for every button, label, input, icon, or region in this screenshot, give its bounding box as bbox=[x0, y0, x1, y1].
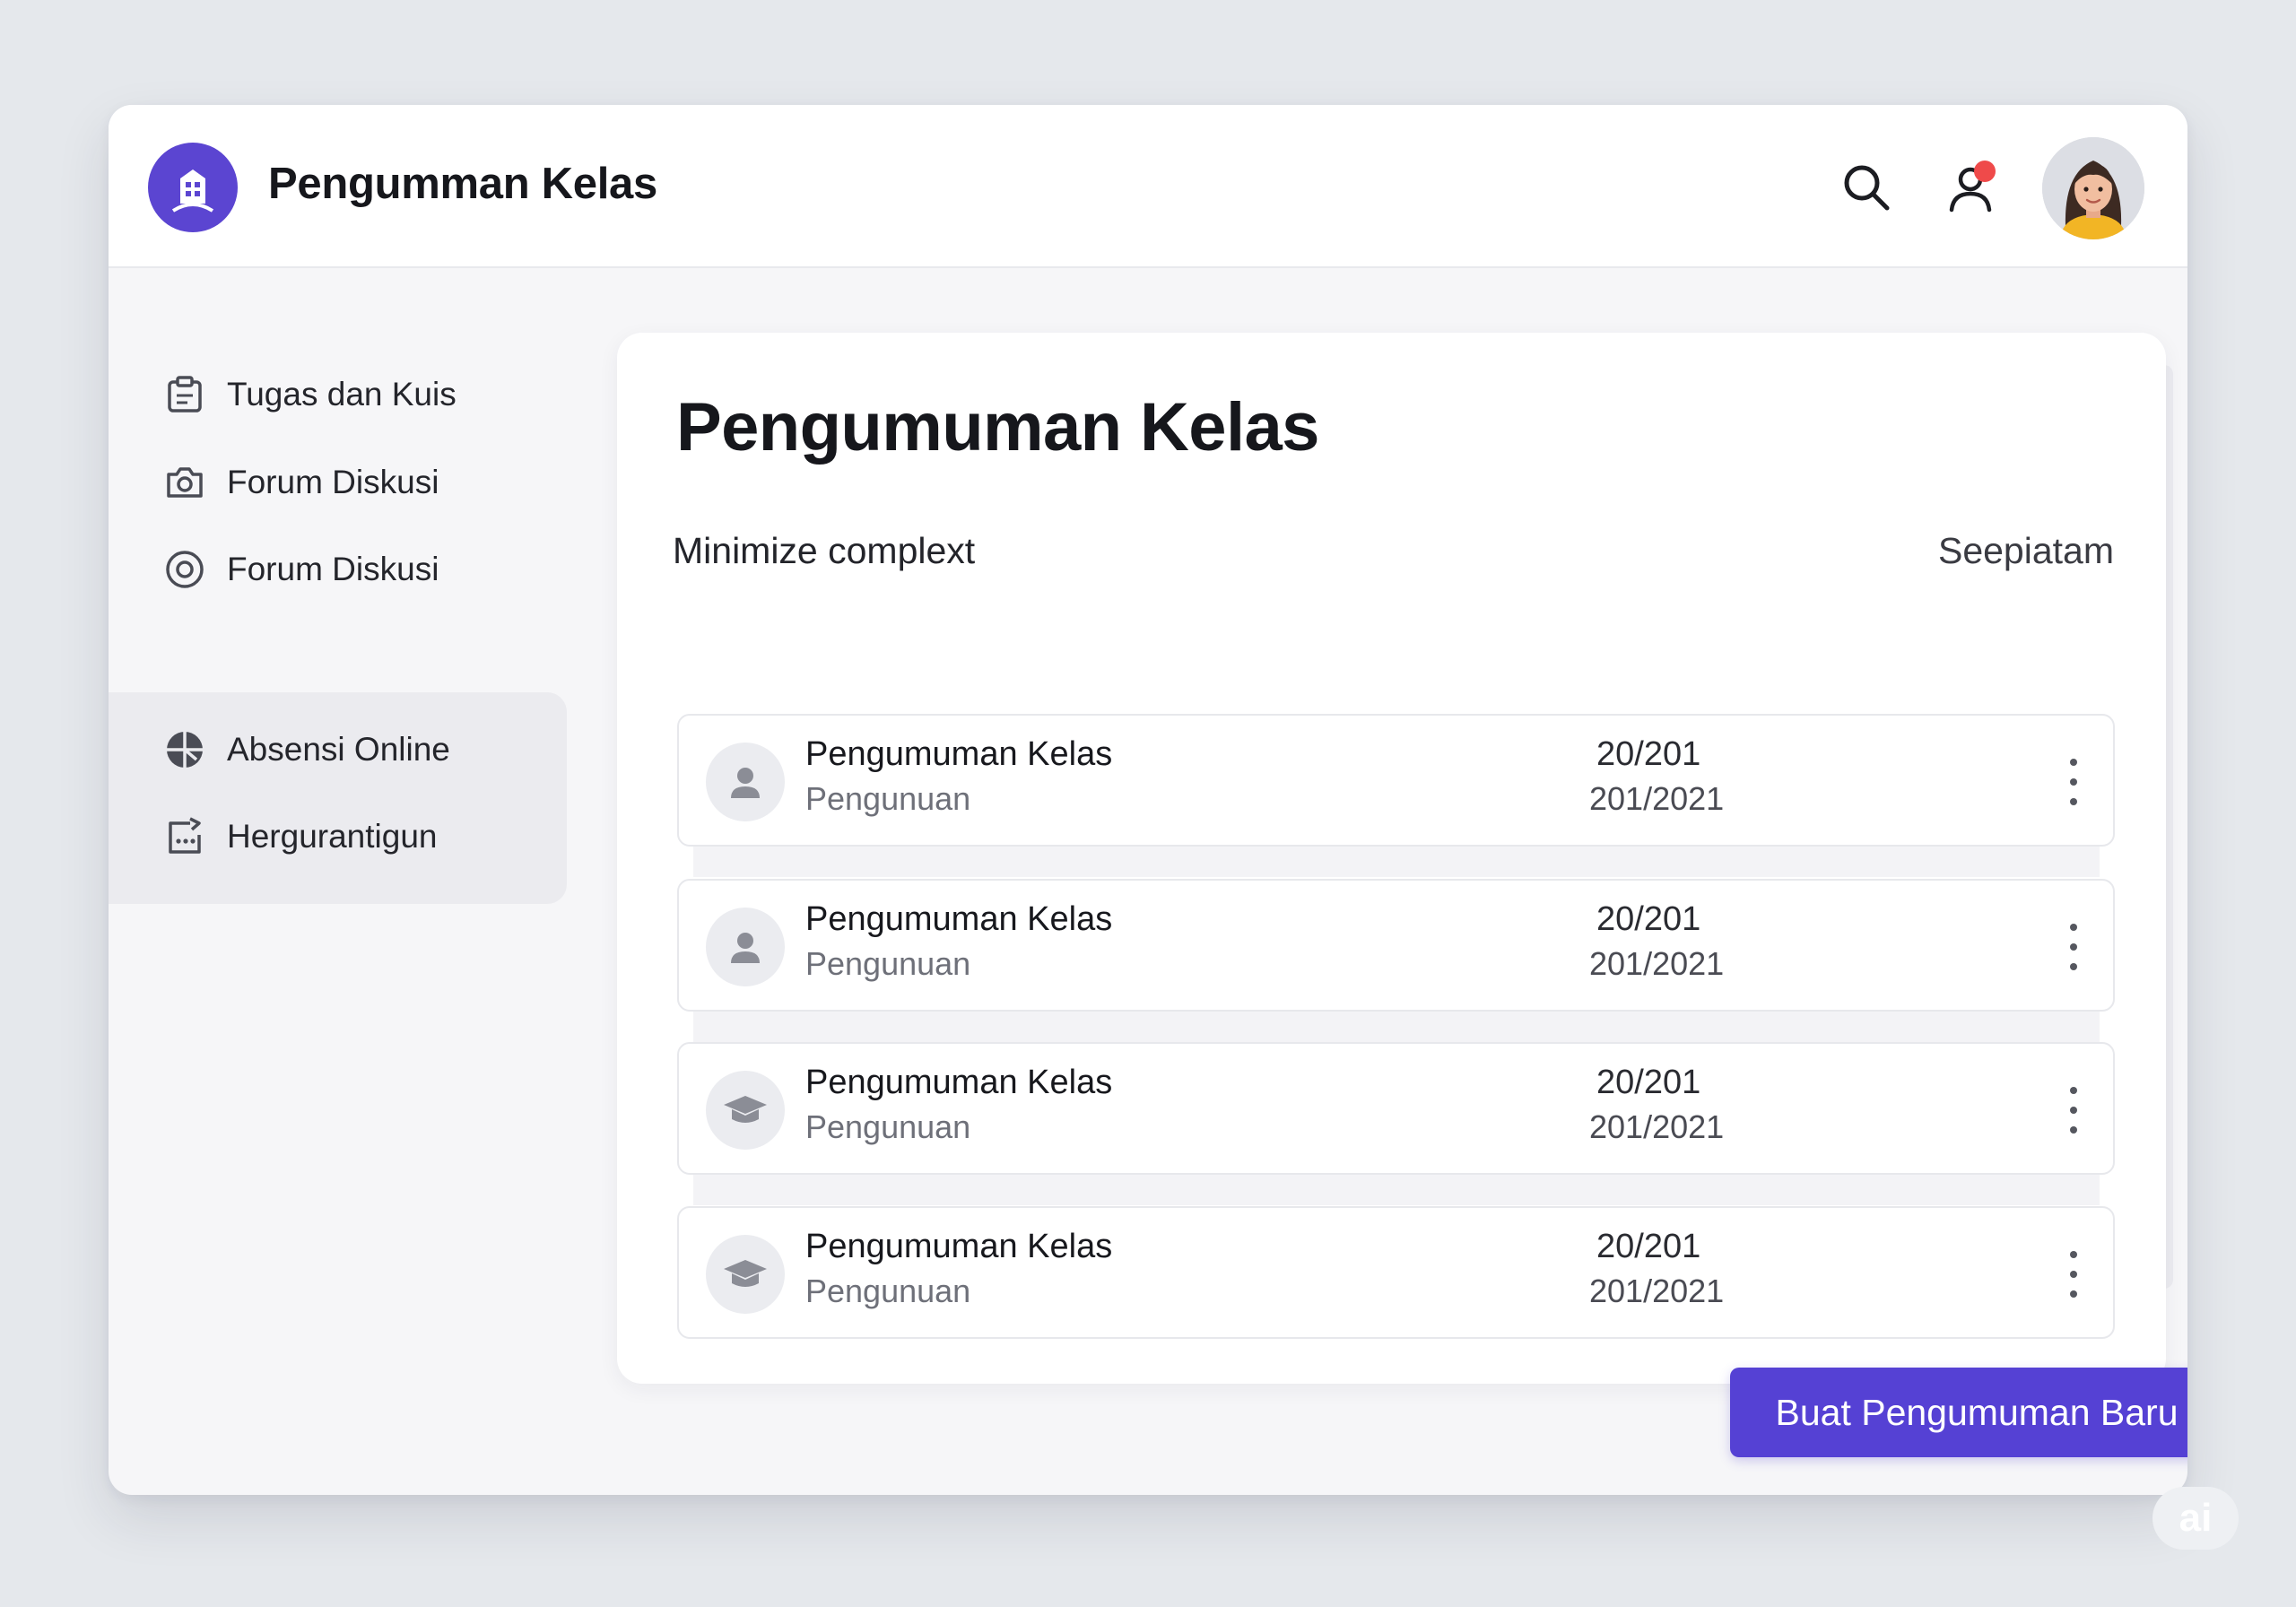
create-announcement-button[interactable]: Buat Pengumuman Baru bbox=[1730, 1368, 2187, 1457]
more-options-icon[interactable] bbox=[2063, 755, 2084, 809]
sidebar-group bbox=[109, 692, 567, 904]
graduation-cap-icon bbox=[706, 1071, 785, 1150]
announcement-date: 20/201 bbox=[1596, 900, 1701, 938]
more-options-icon[interactable] bbox=[2063, 1083, 2084, 1137]
row-divider bbox=[693, 1173, 2100, 1205]
sidebar-item-label: Forum Diskusi bbox=[227, 551, 439, 587]
globe-icon bbox=[162, 727, 207, 772]
user-notification-icon[interactable] bbox=[1944, 159, 2001, 216]
top-bar: Pengumman Kelas bbox=[109, 105, 2187, 268]
announcement-subtitle: Pengunuan bbox=[805, 945, 971, 982]
user-avatar[interactable] bbox=[2042, 137, 2144, 239]
sidebar-item-forum-diskusi[interactable]: Forum Diskusi bbox=[162, 460, 439, 505]
announcement-date: 20/201 bbox=[1596, 1228, 1701, 1265]
ai-watermark: ai bbox=[2152, 1487, 2239, 1550]
subheader-left: Minimize complext bbox=[673, 530, 976, 571]
sidebar-item-tugas-dan-kuis[interactable]: Tugas dan Kuis bbox=[162, 372, 457, 417]
page-title: Pengumuman Kelas bbox=[676, 389, 1319, 465]
announcement-subtitle: Pengunuan bbox=[805, 1108, 971, 1145]
announcement-year: 201/2021 bbox=[1589, 780, 1725, 817]
announcement-row[interactable]: Pengumuman Kelas Pengunuan 20/201 201/20… bbox=[677, 1206, 2115, 1339]
sidebar-item-absensi-online[interactable]: Absensi Online bbox=[162, 727, 450, 772]
row-divider bbox=[693, 845, 2100, 877]
app-title: Pengumman Kelas bbox=[268, 160, 657, 208]
person-icon bbox=[706, 908, 785, 986]
graduation-cap-icon bbox=[706, 1235, 785, 1314]
announcement-subtitle: Pengunuan bbox=[805, 780, 971, 817]
announcements-panel: Pengumuman Kelas Minimize complext Seepi… bbox=[617, 333, 2166, 1384]
announcement-row[interactable]: Pengumuman Kelas Pengunuan 20/201 201/20… bbox=[677, 879, 2115, 1012]
sidebar-item-label: Forum Diskusi bbox=[227, 464, 439, 500]
announcement-year: 201/2021 bbox=[1589, 945, 1725, 982]
building-logo-icon[interactable] bbox=[148, 143, 238, 232]
sidebar-item-label: Hergurantigun bbox=[227, 818, 438, 855]
sidebar-item-forum-diskusi-2[interactable]: Forum Diskusi bbox=[162, 547, 439, 592]
announcement-subtitle: Pengunuan bbox=[805, 1273, 971, 1309]
announcement-row[interactable]: Pengumuman Kelas Pengunuan 20/201 201/20… bbox=[677, 714, 2115, 847]
announcement-date: 20/201 bbox=[1596, 1064, 1701, 1101]
announcement-date: 20/201 bbox=[1596, 735, 1701, 773]
announcement-title: Pengumuman Kelas bbox=[805, 735, 1113, 773]
announcement-year: 201/2021 bbox=[1589, 1273, 1725, 1309]
clipboard-icon bbox=[162, 372, 207, 417]
search-icon[interactable] bbox=[1838, 159, 1895, 216]
target-icon bbox=[162, 547, 207, 592]
more-options-icon[interactable] bbox=[2063, 920, 2084, 974]
sidebar-item-label: Absensi Online bbox=[227, 731, 450, 768]
announcement-title: Pengumuman Kelas bbox=[805, 1228, 1113, 1265]
sidebar-item-label: Tugas dan Kuis bbox=[227, 376, 457, 413]
sidebar-item-hergurantigun[interactable]: Hergurantigun bbox=[162, 814, 437, 859]
notification-badge bbox=[1974, 161, 1996, 182]
announcement-title: Pengumuman Kelas bbox=[805, 900, 1113, 938]
calendar-share-icon bbox=[162, 814, 207, 859]
more-options-icon[interactable] bbox=[2063, 1247, 2084, 1301]
row-divider bbox=[693, 1010, 2100, 1042]
app-window: Pengumman Kelas Tugas dan Kuis Forum Dis… bbox=[109, 105, 2187, 1495]
announcement-title: Pengumuman Kelas bbox=[805, 1064, 1113, 1101]
person-icon bbox=[706, 743, 785, 821]
announcement-row[interactable]: Pengumuman Kelas Pengunuan 20/201 201/20… bbox=[677, 1042, 2115, 1175]
camera-icon bbox=[162, 460, 207, 505]
announcement-year: 201/2021 bbox=[1589, 1108, 1725, 1145]
subheader-right[interactable]: Seepiatam bbox=[1938, 530, 2114, 572]
